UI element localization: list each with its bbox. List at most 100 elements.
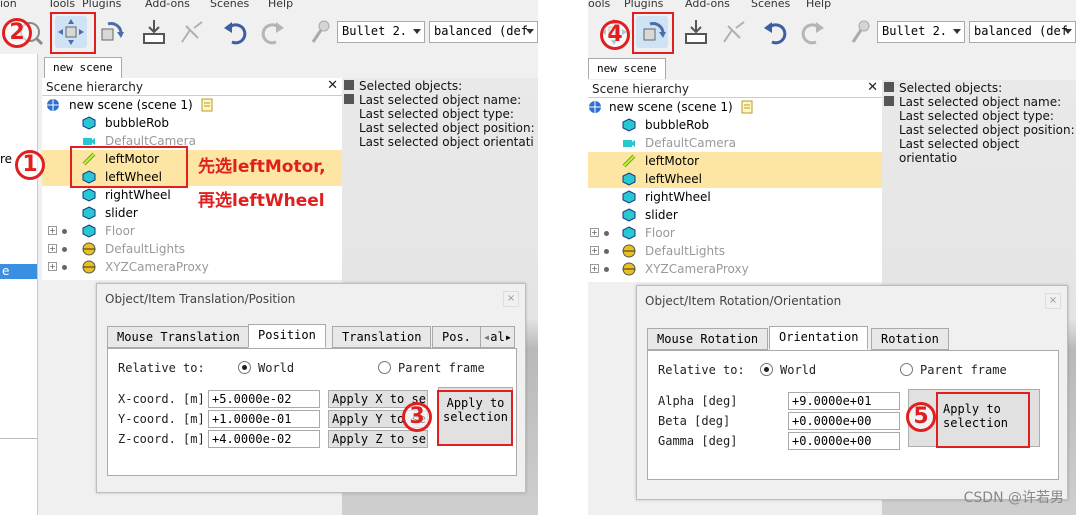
- tree-item[interactable]: + DefaultLights: [588, 242, 882, 260]
- scene-hierarchy: Scene hierarchy ✕ new scene (scene 1) bub…: [588, 80, 882, 282]
- expand-icon[interactable]: +: [48, 226, 57, 235]
- expand-icon[interactable]: +: [48, 244, 57, 253]
- close-icon[interactable]: ✕: [867, 80, 878, 95]
- info-line: Last selected object type:: [899, 109, 1054, 123]
- expand-icon[interactable]: +: [48, 262, 57, 271]
- menu-item-help[interactable]: Help: [268, 0, 293, 10]
- info-toggle-icon[interactable]: [884, 96, 894, 106]
- alpha-field[interactable]: +9.0000e+01: [788, 392, 900, 410]
- watermark: CSDN @许若男: [963, 490, 1064, 506]
- cube-icon: [622, 172, 636, 186]
- world-radio[interactable]: [238, 361, 251, 374]
- menu-bar: ion Tools Plugins Add-ons Scenes Help: [0, 0, 538, 10]
- dynamics-icon[interactable]: [844, 16, 876, 48]
- parent-frame-label: Parent frame: [398, 361, 485, 375]
- expand-icon[interactable]: +: [590, 264, 599, 273]
- physics-engine-select[interactable]: Bullet 2.: [337, 21, 425, 43]
- tree-item[interactable]: + DefaultLights: [42, 240, 342, 258]
- redo-icon[interactable]: [256, 16, 288, 48]
- undo-icon[interactable]: [760, 16, 792, 48]
- menu-item[interactable]: ion: [0, 0, 17, 10]
- parent-frame-radio[interactable]: [378, 361, 391, 374]
- menu-item-tools[interactable]: Tools: [48, 0, 75, 10]
- info-toggle-icon[interactable]: [344, 94, 354, 104]
- annotation-step-4: 4: [600, 20, 630, 50]
- y-coord-field[interactable]: +1.0000e-01: [208, 410, 320, 428]
- x-coord-field[interactable]: +5.0000e-02: [208, 390, 320, 408]
- menu-item-addons[interactable]: Add-ons: [145, 0, 190, 10]
- close-icon[interactable]: ×: [1045, 293, 1061, 309]
- tab-mouse-translation[interactable]: Mouse Translation: [107, 326, 250, 348]
- world-label: World: [258, 361, 295, 375]
- undo-icon[interactable]: [220, 16, 252, 48]
- gamma-field[interactable]: +0.0000e+00: [788, 432, 900, 450]
- dummy-icon: [622, 244, 636, 258]
- assemble-icon[interactable]: [680, 16, 712, 48]
- tree-item-selected[interactable]: leftMotor: [588, 152, 882, 170]
- menu-item-tools[interactable]: ools: [588, 0, 610, 10]
- expand-icon[interactable]: +: [590, 246, 599, 255]
- simulation-mode-select[interactable]: balanced (def: [429, 21, 538, 43]
- left-side-panel: re e: [0, 54, 38, 515]
- menu-item-plugins[interactable]: Plugins: [82, 0, 121, 10]
- info-line: Last selected object type:: [359, 107, 514, 121]
- menu-item-addons[interactable]: Add-ons: [685, 0, 730, 10]
- tree-item[interactable]: + XYZCameraProxy: [42, 258, 342, 276]
- tab-orientation[interactable]: Orientation: [769, 326, 869, 350]
- info-toggle-icon[interactable]: [884, 82, 894, 92]
- menu-item-scenes[interactable]: Scenes: [751, 0, 790, 10]
- close-icon[interactable]: ×: [503, 291, 519, 307]
- tree-item[interactable]: + Floor: [42, 222, 342, 240]
- tab-new-scene[interactable]: new scene: [44, 57, 122, 78]
- info-toggle-icon[interactable]: [344, 80, 354, 90]
- dynamics-icon[interactable]: [304, 16, 336, 48]
- tree-item[interactable]: slider: [588, 206, 882, 224]
- annotation-step-2: 2: [2, 18, 32, 48]
- physics-engine-select[interactable]: Bullet 2.: [877, 21, 965, 43]
- tree-item[interactable]: + XYZCameraProxy: [588, 260, 882, 278]
- menu-item-help[interactable]: Help: [806, 0, 831, 10]
- tab-new-scene[interactable]: new scene: [588, 58, 666, 79]
- parent-frame-radio[interactable]: [900, 363, 913, 376]
- info-line: Selected objects:: [359, 79, 463, 93]
- tab-scroll[interactable]: ◂al▸: [480, 326, 515, 348]
- beta-field[interactable]: +0.0000e+00: [788, 412, 900, 430]
- tree-item[interactable]: bubbleRob: [588, 116, 882, 134]
- object-rotate-icon[interactable]: [94, 16, 126, 48]
- tree-item[interactable]: bubbleRob: [42, 114, 342, 132]
- tab-mouse-rotation[interactable]: Mouse Rotation: [647, 328, 769, 350]
- tree-root[interactable]: new scene (scene 1): [588, 98, 882, 116]
- tree-item[interactable]: DefaultCamera: [588, 134, 882, 152]
- world-radio[interactable]: [760, 363, 773, 376]
- side-selected-item[interactable]: e: [0, 264, 37, 279]
- apply-z-button[interactable]: Apply Z to sel: [328, 430, 428, 448]
- right-screenshot: ools Plugins Add-ons Scenes Help Bullet …: [588, 0, 1076, 515]
- expand-icon[interactable]: +: [590, 228, 599, 237]
- tree-item-selected[interactable]: leftWheel: [588, 170, 882, 188]
- cube-icon: [82, 224, 96, 238]
- tree-root[interactable]: new scene (scene 1): [42, 96, 342, 114]
- tab-pos-orient[interactable]: Pos.: [432, 326, 481, 348]
- dot-icon: [604, 231, 609, 236]
- redo-icon[interactable]: [796, 16, 828, 48]
- z-coord-field[interactable]: +4.0000e-02: [208, 430, 320, 448]
- hierarchy-title: Scene hierarchy ✕: [42, 78, 342, 96]
- info-line: Last selected object position:: [359, 121, 535, 135]
- transfer-dna-icon[interactable]: [176, 16, 208, 48]
- menu-item-plugins[interactable]: Plugins: [624, 0, 663, 10]
- transfer-dna-icon[interactable]: [718, 16, 750, 48]
- tree-item[interactable]: + Floor: [588, 224, 882, 242]
- menu-item-scenes[interactable]: Scenes: [210, 0, 249, 10]
- relative-to-label: Relative to:: [118, 361, 205, 375]
- annotation-text: 先选leftMotor,: [198, 157, 326, 177]
- tree-item[interactable]: rightWheel: [588, 188, 882, 206]
- cube-icon: [82, 188, 96, 202]
- simulation-mode-select[interactable]: balanced (def: [969, 21, 1076, 43]
- tab-translation[interactable]: Translation: [332, 326, 432, 348]
- chevron-down-icon: [1064, 29, 1072, 34]
- close-icon[interactable]: ✕: [327, 78, 338, 93]
- dot-icon: [62, 265, 67, 270]
- assemble-icon[interactable]: [138, 16, 170, 48]
- tab-position[interactable]: Position: [248, 324, 326, 348]
- tab-rotation[interactable]: Rotation: [871, 328, 949, 350]
